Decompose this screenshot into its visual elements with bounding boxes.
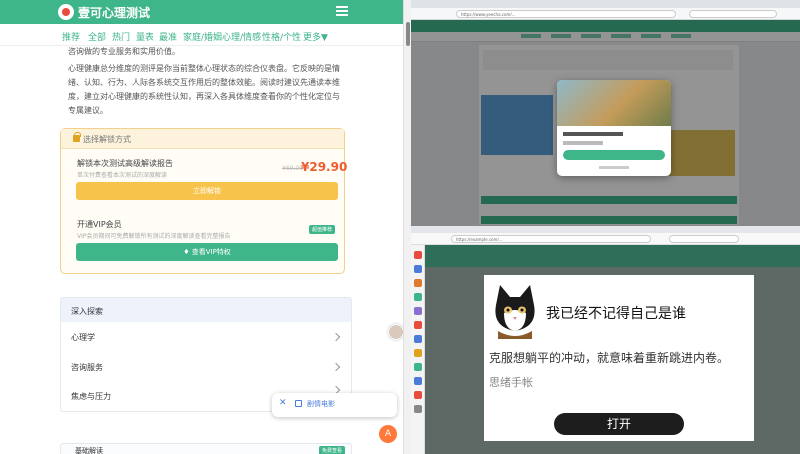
report-text: 咨询做的专业服务和实用价值。 心理健康总分维度的测评是你当前整体心理状态的综合仪… [68,46,343,136]
nav-item[interactable]: 全部 [88,30,106,43]
nav-item[interactable]: 热门 [112,30,130,43]
ad-text: 克服想躺平的冲动，就意味着重新跳进内卷。 [489,351,730,365]
popup-label: 剧情电影 [307,400,335,408]
browser-tab-bar[interactable] [411,226,800,233]
chevron-right-icon [331,332,341,342]
address-bar[interactable]: https://www.yeecha.com/... [456,10,676,18]
old-price: ¥69.00 [282,165,303,172]
option2-title: 开通VIP会员 [77,220,122,229]
movie-icon [295,400,302,407]
basic-reading-box: 基础解读 免费查看 [60,443,352,454]
unlock-card-title: 选择解锁方式 [61,129,344,149]
promo-modal [557,80,671,176]
option1-title: 解锁本次测试高级解读报告 [77,159,173,168]
vip-privileges-button[interactable]: ♦ 查看VIP特权 [76,243,338,261]
open-button[interactable]: 打开 [554,413,684,435]
site-brand[interactable]: 壹可心理测试 [78,4,150,21]
modal-action-button[interactable] [563,150,665,160]
browser-tab-bar[interactable] [411,0,800,8]
nav-item[interactable]: 推荐 [62,30,80,43]
intro-line: 咨询做的专业服务和实用价值。 [68,47,180,56]
chevron-right-icon [331,362,341,372]
scroll-thumb[interactable] [406,22,410,46]
diamond-icon: ♦ [183,248,192,256]
mobile-page: 壹可心理测试 推荐 全部 热门 量表 最准 家庭/婚姻 心理/情感 性格/个性 … [0,0,403,454]
unlock-title-text: 选择解锁方式 [83,135,131,144]
nav-item[interactable]: 心理/情感 [222,30,261,43]
free-badge: 免费查看 [319,446,346,454]
nav-item-more[interactable]: 更多▼ [303,30,328,43]
ad-source: 思绪手帐 [489,376,533,389]
report-paragraph: 心理健康总分维度的测评是你当前整体心理状态的综合仪表盘。它反映的是情绪、认知、行… [68,64,340,115]
address-bar[interactable]: https://example.com/... [451,235,651,243]
explore-item[interactable]: 咨询服务 [71,362,103,373]
nav-item[interactable]: 最准 [159,30,177,43]
unlock-card: 选择解锁方式 解锁本次测试高级解读报告 单次付费查看本次测试的深度解读 ¥69.… [60,128,348,274]
explore-item[interactable]: 心理学 [71,332,95,343]
modal-image [557,80,671,126]
logo-icon[interactable] [58,4,74,20]
floating-action-button[interactable]: A [379,425,397,443]
explore-title: 深入探索 [61,298,351,322]
browser-toolbar: https://www.yeecha.com/... [411,8,800,20]
browser-search-box[interactable] [689,10,777,18]
category-nav: 推荐 全部 热门 量表 最准 家庭/婚姻 心理/情感 性格/个性 更多▼ [0,24,403,46]
mobile-header: 壹可心理测试 [0,0,403,24]
explore-item[interactable]: 焦虑与压力 [71,391,111,402]
cat-icon [495,285,535,339]
browser-sidebar [411,245,425,454]
price: ¥29.90 [301,160,348,174]
browser-toolbar: https://example.com/... [411,233,800,245]
scrollbar[interactable] [403,0,411,454]
nav-item[interactable]: 性格/个性 [262,30,301,43]
fab-label: A [384,429,392,439]
ad-title: 我已经不记得自己是谁 [546,306,686,322]
vip-button-label: 查看VIP特权 [191,248,231,256]
unlock-now-button[interactable]: 立即解锁 [76,182,338,200]
basic-reading-title: 基础解读 [75,447,103,454]
option1-sub: 单次付费查看本次测试的深度解读 [77,172,168,179]
close-icon[interactable]: ✕ [279,398,287,408]
floating-popup[interactable]: ✕ 剧情电影 [272,393,397,417]
modal-secondary-link[interactable] [599,166,629,169]
recommend-badge: 超值推荐 [309,225,336,234]
option2-sub: VIP会员期间可免费解锁所有测试的深度解读查看完整报告 [77,233,231,240]
unlock-now-label: 立即解锁 [193,187,221,195]
lock-icon [73,132,81,142]
page-header [425,245,800,267]
browser-search-box[interactable] [669,235,739,243]
avatar[interactable] [388,324,403,340]
nav-item[interactable]: 家庭/婚姻 [183,30,222,43]
hamburger-menu-icon[interactable] [336,6,348,16]
ad-card[interactable]: 我已经不记得自己是谁 克服想躺平的冲动，就意味着重新跳进内卷。 思绪手帐 打开 [484,275,754,441]
nav-item[interactable]: 量表 [136,30,154,43]
